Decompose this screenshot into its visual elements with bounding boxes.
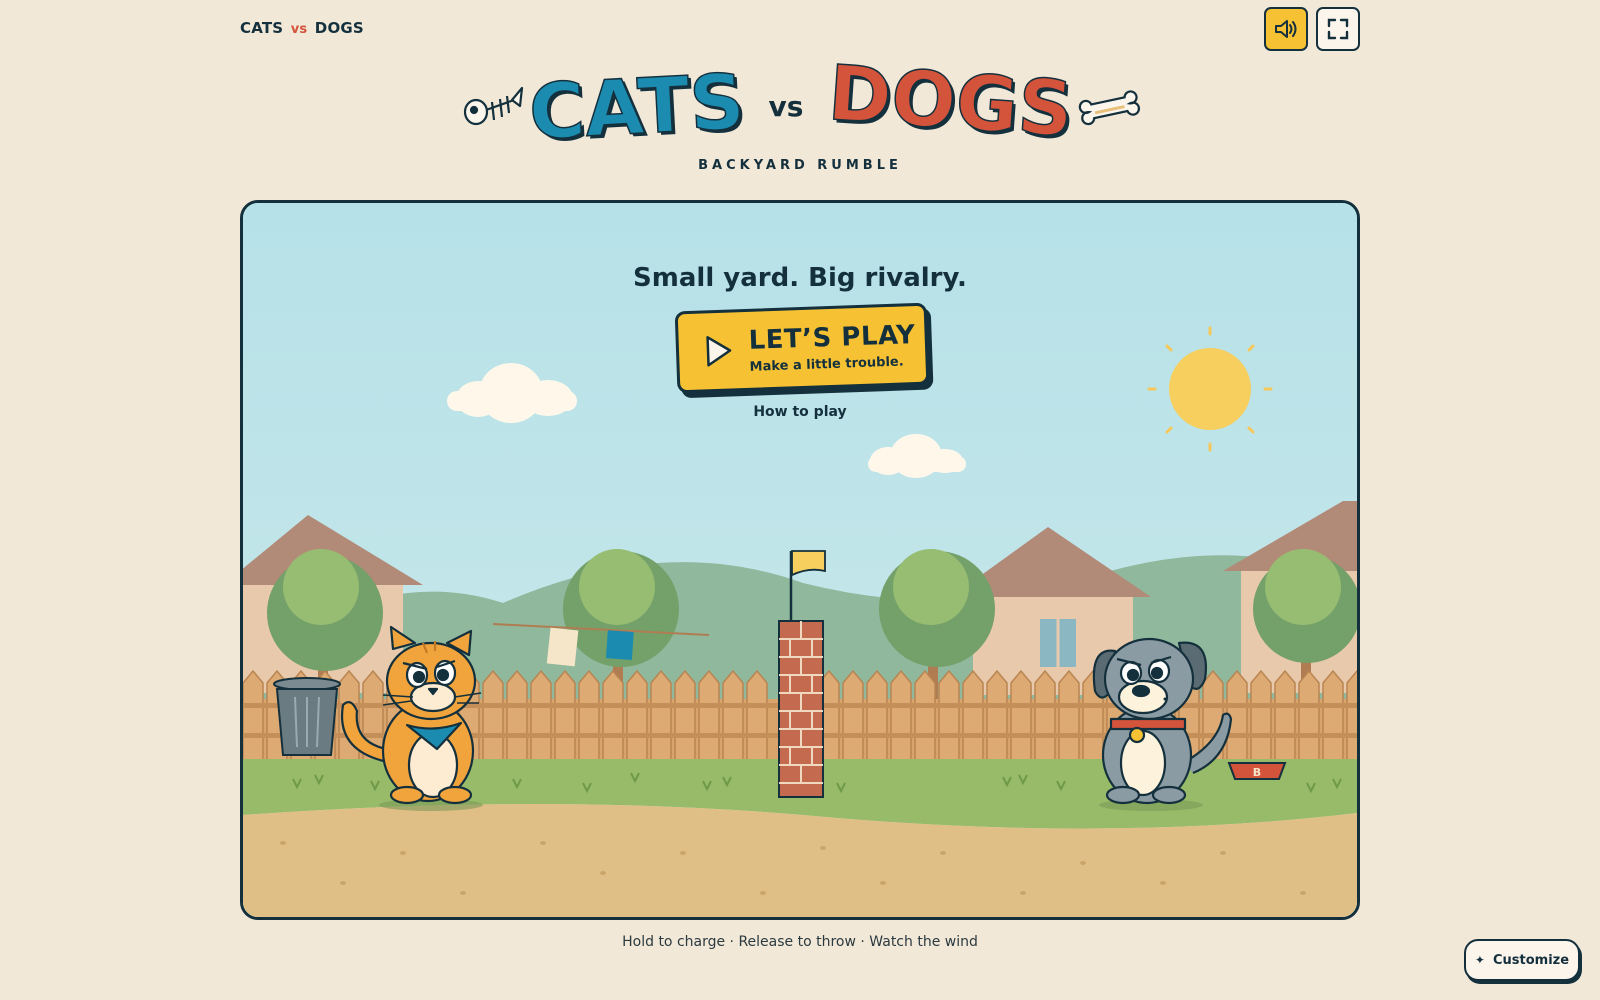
controls-hint: Hold to charge · Release to throw · Watc… (622, 934, 978, 950)
play-title: LET’S PLAY (748, 319, 916, 356)
bowl-label: B (1253, 766, 1261, 779)
fullscreen-button[interactable] (1316, 7, 1360, 51)
brand-vs: vs (290, 22, 308, 37)
lets-play-button[interactable]: LET’S PLAY Make a little trouble. (674, 302, 930, 394)
speaker-icon (1275, 20, 1297, 38)
brand-dogs: DOGS (314, 19, 364, 37)
game-subtitle: BACKYARD RUMBLE (698, 158, 902, 173)
customize-button[interactable]: ✦ Customize (1464, 939, 1580, 981)
logo-vs: vs (769, 90, 804, 123)
game-stage[interactable]: B Small yard. Big rivalry. LET’S PLAY Ma… (240, 200, 1360, 920)
trash-can (273, 677, 341, 756)
fishbone-icon (463, 86, 524, 126)
dog-bowl: B (1227, 762, 1287, 780)
stage-tagline: Small yard. Big rivalry. (633, 263, 967, 293)
fullscreen-icon (1327, 18, 1349, 40)
play-subtitle: Make a little trouble. (749, 353, 904, 375)
bone-icon (1078, 90, 1140, 126)
brand-cats: CATS (240, 19, 284, 37)
play-icon (706, 336, 732, 367)
game-logo: CATS CATS vs DOGS DOGS (463, 58, 1140, 158)
customize-label: Customize (1492, 952, 1570, 968)
brand-wordmark[interactable]: CATS vs DOGS (240, 19, 364, 37)
how-to-play-link[interactable]: How to play (243, 404, 1357, 420)
sparkle-icon: ✦ (1474, 953, 1485, 967)
logo-cats: CATS (527, 58, 747, 157)
sound-toggle-button[interactable] (1264, 7, 1308, 51)
